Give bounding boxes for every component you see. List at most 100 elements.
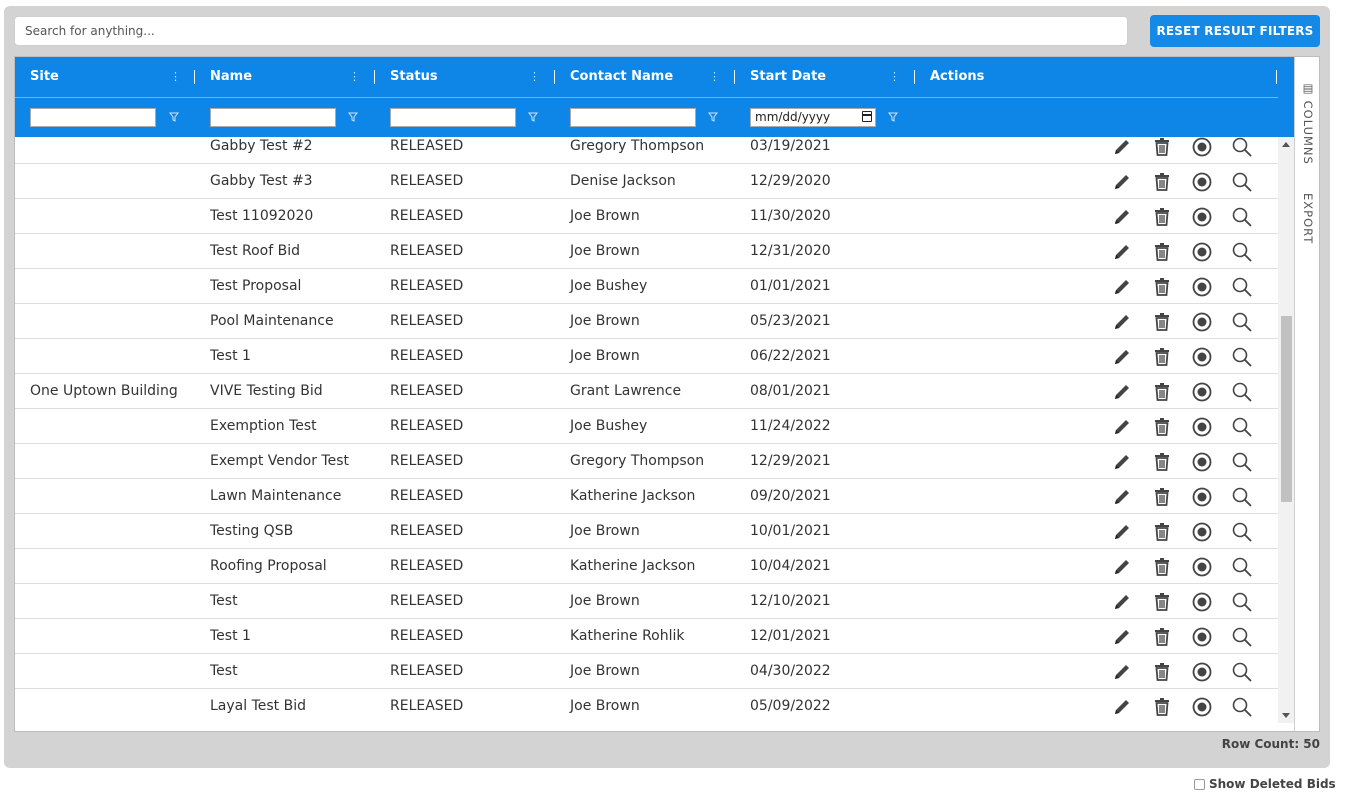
vertical-scrollbar[interactable] [1278, 137, 1294, 723]
table-row[interactable]: Testing QSB RELEASED Joe Brown 10/01/2021 [15, 514, 1278, 549]
edit-pencil-icon[interactable] [1111, 381, 1133, 403]
view-magnifier-icon[interactable] [1231, 206, 1253, 228]
stop-circle-icon[interactable] [1191, 591, 1213, 613]
edit-pencil-icon[interactable] [1111, 451, 1133, 473]
table-row[interactable]: Test 1 RELEASED Katherine Rohlik 12/01/2021 [15, 619, 1278, 654]
table-row[interactable]: Test Proposal RELEASED Joe Bushey 01/01/202… [15, 269, 1278, 304]
view-magnifier-icon[interactable] [1231, 171, 1253, 193]
stop-circle-icon[interactable] [1191, 521, 1213, 543]
stop-circle-icon[interactable] [1191, 206, 1213, 228]
show-deleted-bids-toggle[interactable]: Show Deleted Bids [1194, 777, 1336, 791]
table-row[interactable]: Exemption Test RELEASED Joe Bushey 11/24/20… [15, 409, 1278, 444]
edit-pencil-icon[interactable] [1111, 521, 1133, 543]
stop-circle-icon[interactable] [1191, 346, 1213, 368]
delete-trash-icon[interactable] [1151, 696, 1173, 718]
view-magnifier-icon[interactable] [1231, 137, 1253, 158]
edit-pencil-icon[interactable] [1111, 661, 1133, 683]
column-resize-handle[interactable] [1276, 70, 1277, 84]
stop-circle-icon[interactable] [1191, 696, 1213, 718]
table-row[interactable]: Exempt Vendor Test RELEASED Gregory Thomps… [15, 444, 1278, 479]
stop-circle-icon[interactable] [1191, 171, 1213, 193]
delete-trash-icon[interactable] [1151, 556, 1173, 578]
stop-circle-icon[interactable] [1191, 311, 1213, 333]
column-resize-handle[interactable] [554, 70, 555, 84]
table-row[interactable]: Gabby Test #2 RELEASED Gregory Thompson 03/… [15, 137, 1278, 164]
stop-circle-icon[interactable] [1191, 137, 1213, 158]
site-filter-input[interactable] [30, 108, 156, 127]
delete-trash-icon[interactable] [1151, 137, 1173, 158]
start-date-filter-input[interactable]: mm/dd/yyyy [750, 108, 876, 127]
stop-circle-icon[interactable] [1191, 381, 1213, 403]
stop-circle-icon[interactable] [1191, 241, 1213, 263]
table-row[interactable]: Test Roof Bid RELEASED Joe Brown 12/31/2020 [15, 234, 1278, 269]
scroll-up-arrow[interactable] [1282, 142, 1290, 147]
column-header-site[interactable]: Site [30, 57, 59, 97]
view-magnifier-icon[interactable] [1231, 451, 1253, 473]
search-input[interactable] [14, 16, 1128, 46]
filter-funnel-icon[interactable] [169, 111, 179, 123]
view-magnifier-icon[interactable] [1231, 311, 1253, 333]
column-header-start-date[interactable]: Start Date [750, 57, 826, 97]
view-magnifier-icon[interactable] [1231, 346, 1253, 368]
show-deleted-checkbox[interactable] [1194, 778, 1205, 790]
column-header-contact-name[interactable]: Contact Name [570, 57, 673, 97]
filter-funnel-icon[interactable] [528, 111, 538, 123]
table-row[interactable]: Test RELEASED Joe Brown 12/10/2021 [15, 584, 1278, 619]
stop-circle-icon[interactable] [1191, 661, 1213, 683]
column-resize-handle[interactable] [374, 70, 375, 84]
delete-trash-icon[interactable] [1151, 241, 1173, 263]
edit-pencil-icon[interactable] [1111, 626, 1133, 648]
edit-pencil-icon[interactable] [1111, 311, 1133, 333]
view-magnifier-icon[interactable] [1231, 416, 1253, 438]
table-row[interactable]: Layal Test Bid RELEASED Joe Brown 05/09/202… [15, 689, 1278, 723]
delete-trash-icon[interactable] [1151, 311, 1173, 333]
stop-circle-icon[interactable] [1191, 276, 1213, 298]
column-resize-handle[interactable] [914, 70, 915, 84]
delete-trash-icon[interactable] [1151, 451, 1173, 473]
delete-trash-icon[interactable] [1151, 416, 1173, 438]
edit-pencil-icon[interactable] [1111, 486, 1133, 508]
column-resize-handle[interactable] [194, 70, 195, 84]
stop-circle-icon[interactable] [1191, 626, 1213, 648]
delete-trash-icon[interactable] [1151, 626, 1173, 648]
export-tab[interactable]: EXPORT [1301, 193, 1315, 244]
edit-pencil-icon[interactable] [1111, 591, 1133, 613]
delete-trash-icon[interactable] [1151, 591, 1173, 613]
stop-circle-icon[interactable] [1191, 556, 1213, 578]
edit-pencil-icon[interactable] [1111, 241, 1133, 263]
column-menu-icon[interactable]: ⋮ [889, 70, 900, 84]
delete-trash-icon[interactable] [1151, 171, 1173, 193]
table-row[interactable]: Test RELEASED Joe Brown 04/30/2022 [15, 654, 1278, 689]
filter-funnel-icon[interactable] [888, 111, 898, 123]
filter-funnel-icon[interactable] [348, 111, 358, 123]
stop-circle-icon[interactable] [1191, 486, 1213, 508]
column-menu-icon[interactable]: ⋮ [709, 70, 720, 84]
view-magnifier-icon[interactable] [1231, 556, 1253, 578]
stop-circle-icon[interactable] [1191, 416, 1213, 438]
delete-trash-icon[interactable] [1151, 206, 1173, 228]
column-menu-icon[interactable]: ⋮ [529, 70, 540, 84]
filter-funnel-icon[interactable] [708, 111, 718, 123]
view-magnifier-icon[interactable] [1231, 486, 1253, 508]
column-resize-handle[interactable] [734, 70, 735, 84]
name-filter-input[interactable] [210, 108, 336, 127]
column-header-name[interactable]: Name [210, 57, 252, 97]
view-magnifier-icon[interactable] [1231, 276, 1253, 298]
reset-result-filters-button[interactable]: RESET RESULT FILTERS [1150, 15, 1320, 47]
edit-pencil-icon[interactable] [1111, 696, 1133, 718]
scroll-down-arrow[interactable] [1282, 713, 1290, 718]
stop-circle-icon[interactable] [1191, 451, 1213, 473]
view-magnifier-icon[interactable] [1231, 661, 1253, 683]
status-filter-input[interactable] [390, 108, 516, 127]
table-row[interactable]: Lawn Maintenance RELEASED Katherine Jackso… [15, 479, 1278, 514]
edit-pencil-icon[interactable] [1111, 206, 1133, 228]
view-magnifier-icon[interactable] [1231, 626, 1253, 648]
delete-trash-icon[interactable] [1151, 346, 1173, 368]
view-magnifier-icon[interactable] [1231, 241, 1253, 263]
column-menu-icon[interactable]: ⋮ [349, 70, 360, 84]
view-magnifier-icon[interactable] [1231, 381, 1253, 403]
column-header-status[interactable]: Status [390, 57, 438, 97]
column-menu-icon[interactable]: ⋮ [170, 70, 181, 84]
edit-pencil-icon[interactable] [1111, 346, 1133, 368]
table-row[interactable]: Gabby Test #3 RELEASED Denise Jackson 12/29… [15, 164, 1278, 199]
